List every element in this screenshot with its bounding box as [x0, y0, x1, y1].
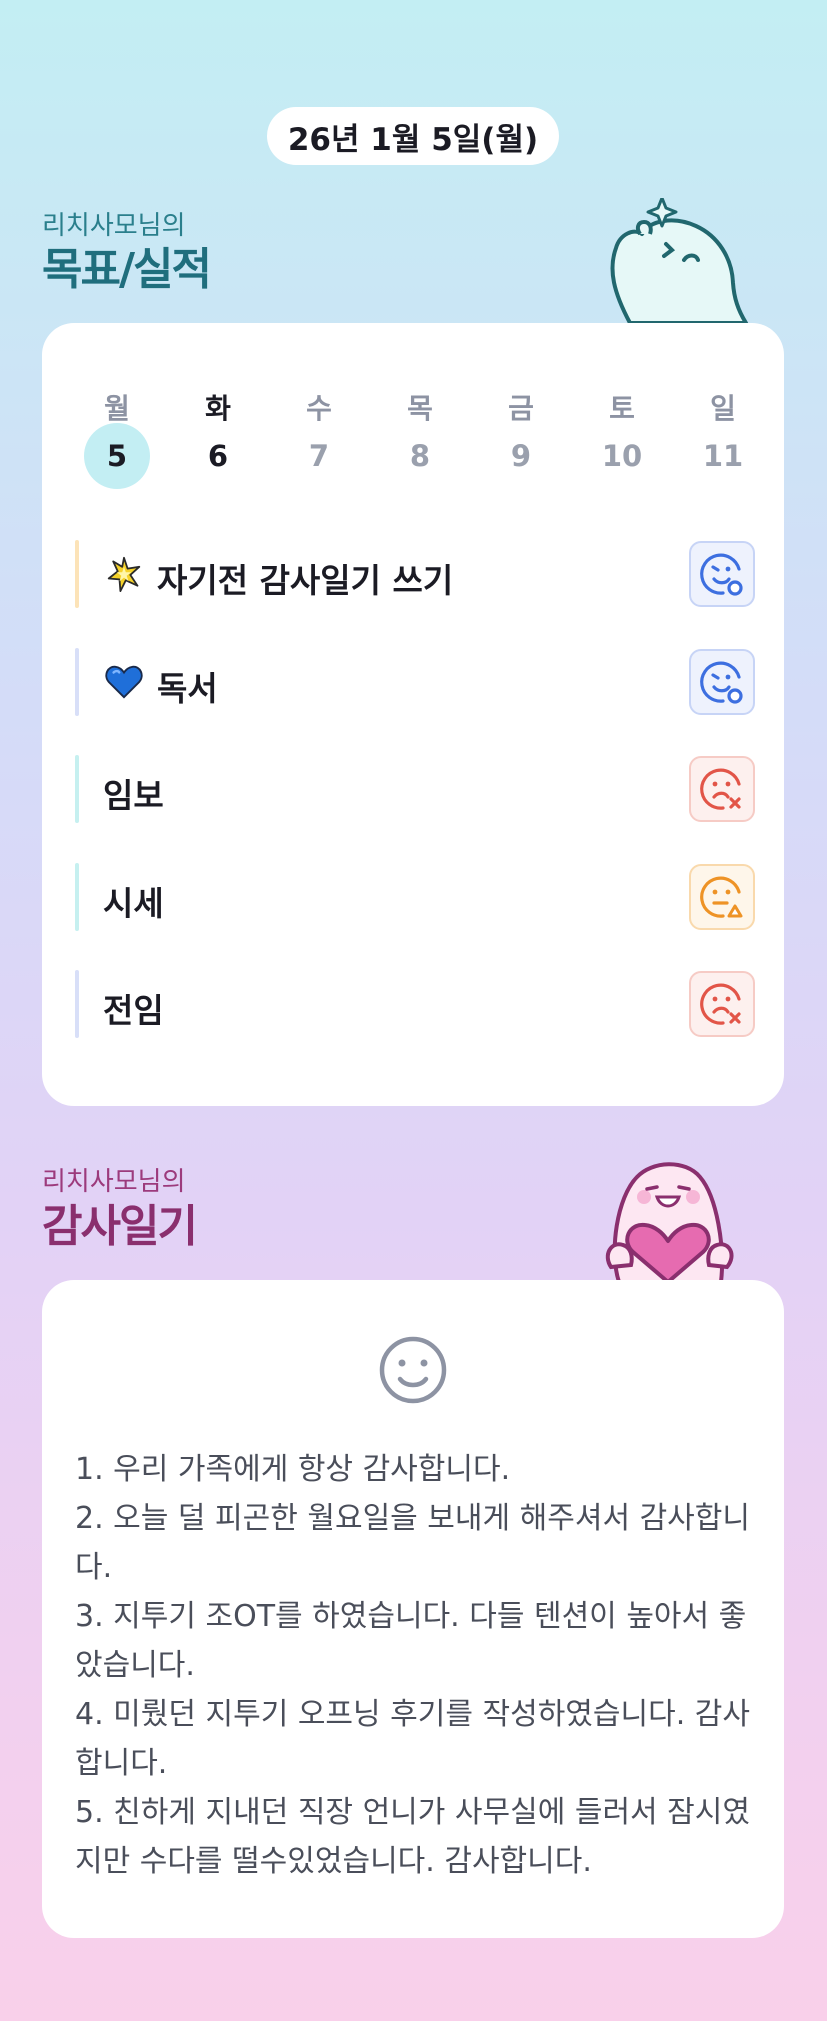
goal-label: 시세 — [103, 884, 164, 923]
day-6[interactable]: 6 — [185, 423, 251, 489]
goal-color-bar — [75, 970, 79, 1038]
cyan-mascot-illustration — [610, 198, 748, 323]
day-8[interactable]: 8 — [387, 423, 453, 489]
diary-entry-text: 1. 우리 가족에게 항상 감사합니다. 2. 오늘 덜 피곤한 월요일을 보내… — [75, 1445, 755, 1886]
goal-label: 자기전 감사일기 쓰기 — [157, 561, 454, 600]
status-done-button[interactable] — [689, 649, 755, 715]
diary-section-title: 감사일기 — [42, 1201, 198, 1252]
goal-color-bar — [75, 540, 79, 608]
status-done-button[interactable] — [689, 541, 755, 607]
date-label: 26년 1월 5일(월) — [287, 121, 539, 158]
goal-label: 전임 — [103, 991, 164, 1030]
pink-mascot-illustration — [605, 1162, 734, 1282]
goals-card: 월 화 수 목 금 토 일 5 6 7 8 9 10 11 자기전 감사일기 쓰… — [42, 323, 784, 1106]
diary-line: 5. 친하게 지내던 직장 언니가 사무실에 들러서 잠시였지만 수다를 떨수있… — [75, 1795, 750, 1879]
goal-label: 임보 — [103, 776, 164, 815]
day-7[interactable]: 7 — [286, 423, 352, 489]
sparkle-star-icon — [107, 556, 141, 592]
weekday-sat: 토 — [609, 392, 635, 425]
day-10[interactable]: 10 — [589, 423, 655, 489]
weekday-mon: 월 — [104, 392, 130, 425]
goal-row-sise[interactable]: 시세 — [75, 863, 755, 931]
sad-face-x-icon — [700, 983, 741, 1025]
weekday-tue: 화 — [205, 392, 231, 425]
goal-row-gratitude-diary[interactable]: 자기전 감사일기 쓰기 — [75, 540, 755, 608]
goal-color-bar — [75, 648, 79, 716]
blue-heart-icon — [105, 665, 143, 699]
goal-color-bar — [75, 755, 79, 823]
day-9[interactable]: 9 — [488, 423, 554, 489]
goal-row-reading[interactable]: 독서 — [75, 648, 755, 716]
day-5[interactable]: 5 — [84, 423, 150, 489]
goal-color-bar — [75, 863, 79, 931]
date-pill[interactable]: 26년 1월 5일(월) — [267, 107, 559, 165]
goal-label: 독서 — [157, 669, 218, 708]
goal-row-imbo[interactable]: 임보 — [75, 755, 755, 823]
goals-section-title: 목표/실적 — [42, 244, 212, 295]
day-11[interactable]: 11 — [690, 423, 756, 489]
sad-face-x-icon — [700, 768, 741, 810]
weekday-thu: 목 — [407, 392, 433, 425]
status-failed-button[interactable] — [689, 971, 755, 1037]
diary-line: 3. 지투기 조OT를 하였습니다. 다들 텐션이 높아서 좋았습니다. — [75, 1599, 747, 1683]
weekday-sun: 일 — [710, 392, 736, 425]
status-failed-button[interactable] — [689, 756, 755, 822]
diary-line: 1. 우리 가족에게 항상 감사합니다. — [75, 1452, 511, 1487]
diary-line: 2. 오늘 덜 피곤한 월요일을 보내게 해주셔서 감사합니다. — [75, 1501, 750, 1585]
weekday-fri: 금 — [508, 392, 534, 425]
smile-check-icon — [700, 661, 743, 704]
smile-check-icon — [700, 553, 743, 596]
neutral-face-triangle-icon — [700, 876, 743, 918]
diary-card: 1. 우리 가족에게 항상 감사합니다. 2. 오늘 덜 피곤한 월요일을 보내… — [42, 1280, 784, 1938]
smile-face-icon — [379, 1336, 447, 1404]
goal-row-jeonim[interactable]: 전임 — [75, 970, 755, 1038]
status-partial-button[interactable] — [689, 864, 755, 930]
weekday-wed: 수 — [306, 392, 332, 425]
diary-line: 4. 미뤘던 지투기 오프닝 후기를 작성하였습니다. 감사합니다. — [75, 1697, 750, 1781]
